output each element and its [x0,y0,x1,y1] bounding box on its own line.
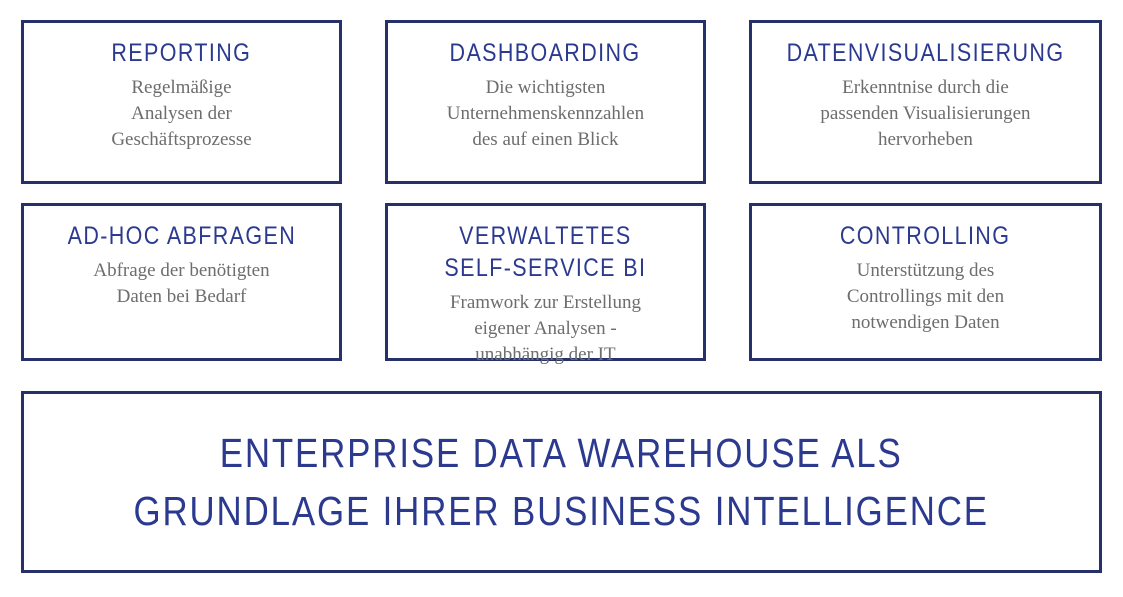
card-description: Framwork zur Erstellung eigener Analysen… [449,292,641,366]
card-description: Die wichtigsten Unternehmenskennzahlen d… [446,77,645,151]
capability-card-datenvisualisierung: DATENVISUALISIERUNG Erkenntnise durch di… [748,20,1102,184]
card-title: DASHBOARDING [449,39,641,67]
capability-card-reporting: REPORTING Regelmäßige Analysen der Gesch… [21,20,342,184]
foundation-banner-text: ENTERPRISE DATA WAREHOUSE ALS GRUNDLAGE … [133,429,990,534]
capability-card-dashboarding: DASHBOARDING Die wichtigsten Unternehmen… [384,20,706,184]
card-title: AD-HOC ABFRAGEN [67,222,296,250]
card-description: Regelmäßige Analysen der Geschäftsprozes… [111,77,252,151]
card-description: Unterstützung des Controllings mit den n… [846,260,1005,334]
card-title: VERWALTETES SELF-SERVICE BI [444,222,647,282]
card-description: Abfrage der benötigten Daten bei Bedarf [93,260,270,308]
capability-card-controlling: CONTROLLING Unterstützung des Controllin… [748,203,1102,361]
bi-capability-diagram: REPORTING Regelmäßige Analysen der Gesch… [0,0,1123,597]
capability-card-ad-hoc-abfragen: AD-HOC ABFRAGEN Abfrage der benötigten D… [21,203,342,361]
card-title: DATENVISUALISIERUNG [786,39,1065,67]
capability-card-grid: REPORTING Regelmäßige Analysen der Gesch… [21,20,1102,365]
card-description: Erkenntnise durch die passenden Visualis… [820,77,1031,151]
capability-card-verwaltetes-self-service-bi: VERWALTETES SELF-SERVICE BI Framwork zur… [384,203,706,365]
foundation-banner: ENTERPRISE DATA WAREHOUSE ALS GRUNDLAGE … [21,391,1102,573]
card-title: CONTROLLING [840,222,1011,250]
card-title: REPORTING [111,39,252,67]
